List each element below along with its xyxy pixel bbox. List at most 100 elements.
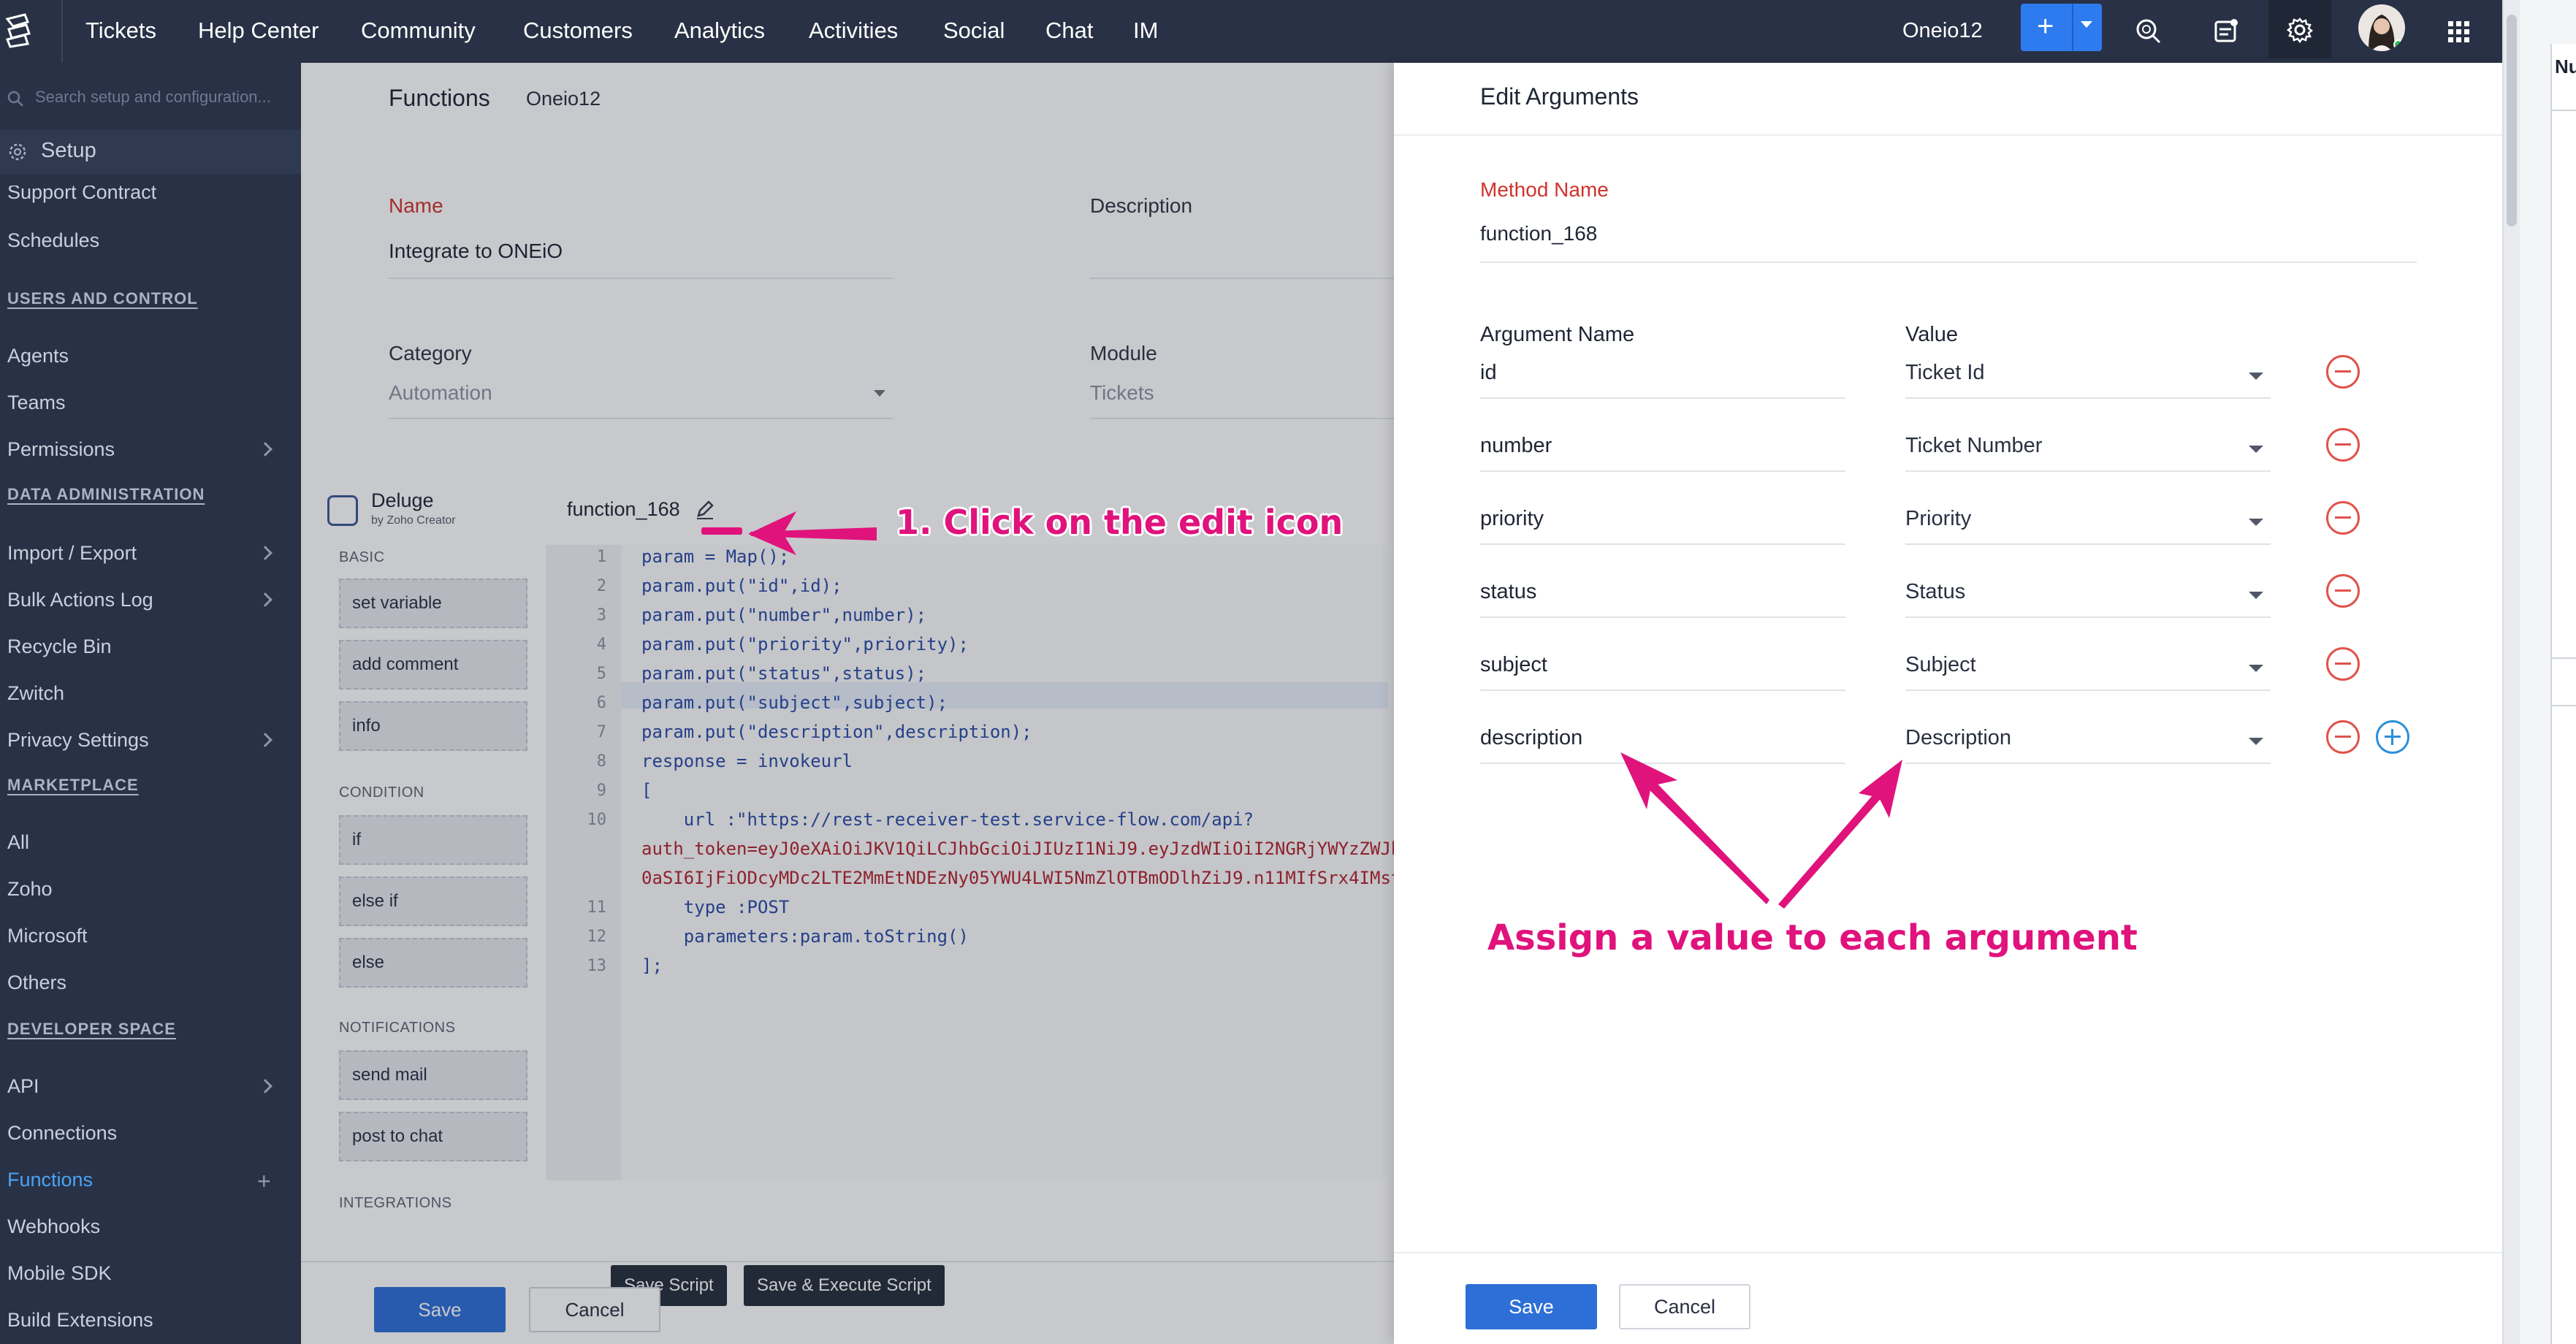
chevron-right-icon[interactable]: [258, 592, 273, 607]
name-field[interactable]: Integrate to ONEiO: [389, 240, 563, 263]
code-editor[interactable]: 1 param = Map(); 2 param.put("id",id); 3…: [546, 545, 1394, 1180]
quick-add-button[interactable]: +: [2021, 4, 2102, 51]
chevron-right-icon[interactable]: [258, 546, 273, 560]
method-name-input[interactable]: function_168: [1480, 222, 1597, 245]
argument-name-input[interactable]: description: [1480, 726, 1582, 750]
argument-value-select[interactable]: Description: [1905, 726, 2011, 750]
description-field[interactable]: [1090, 278, 1394, 279]
plus-icon: +: [2037, 10, 2054, 42]
sidebar-item-zwitch[interactable]: Zwitch: [7, 681, 64, 706]
edit-pencil-icon[interactable]: [693, 497, 717, 522]
tab-customers[interactable]: Customers: [523, 16, 633, 45]
module-select[interactable]: Tickets: [1090, 381, 1154, 405]
tab-tickets[interactable]: Tickets: [85, 16, 156, 45]
palette-item-else-if[interactable]: else if: [339, 877, 527, 926]
tab-community[interactable]: Community: [361, 16, 476, 45]
tab-social[interactable]: Social: [943, 16, 1005, 45]
sidebar-item-import-export[interactable]: Import / Export: [7, 541, 137, 565]
scrollbar-thumb[interactable]: [2507, 15, 2517, 226]
argument-value-select[interactable]: Status: [1905, 580, 1965, 604]
remove-argument-button[interactable]: [2326, 574, 2360, 608]
argument-value-select[interactable]: Ticket Number: [1905, 434, 2042, 458]
scrollbar[interactable]: [2504, 0, 2520, 1344]
sidebar-item-schedules[interactable]: Schedules: [7, 228, 99, 253]
argument-value-select[interactable]: Subject: [1905, 653, 1976, 677]
argument-name-input[interactable]: subject: [1480, 653, 1547, 677]
tab-help-center[interactable]: Help Center: [198, 16, 319, 45]
search-icon[interactable]: [2130, 13, 2167, 50]
chevron-right-icon[interactable]: [258, 733, 273, 747]
sidebar-item-zoho[interactable]: Zoho: [7, 877, 53, 901]
tab-activities[interactable]: Activities: [809, 16, 898, 45]
remove-argument-button[interactable]: [2326, 720, 2360, 754]
setup-search-input[interactable]: Search setup and configuration...: [35, 88, 271, 107]
sidebar-item-microsoft[interactable]: Microsoft: [7, 923, 88, 948]
chevron-down-icon[interactable]: [2249, 519, 2263, 526]
tab-analytics[interactable]: Analytics: [674, 16, 765, 45]
sidebar-item-build-extensions[interactable]: Build Extensions: [7, 1307, 153, 1332]
page-cancel-button[interactable]: Cancel: [529, 1287, 660, 1332]
avatar[interactable]: [2358, 4, 2405, 51]
function-name-label: function_168: [567, 498, 680, 520]
palette-item-if[interactable]: if: [339, 815, 527, 865]
setup-search[interactable]: Search setup and configuration...: [0, 80, 301, 117]
sidebar-item-recycle-bin[interactable]: Recycle Bin: [7, 634, 112, 659]
save-button[interactable]: Save: [1466, 1284, 1597, 1329]
sidebar-item-functions[interactable]: Functions: [7, 1167, 93, 1192]
chevron-down-icon[interactable]: [2081, 21, 2092, 28]
zoho-desk-logo-icon[interactable]: [3, 12, 34, 50]
chevron-down-icon[interactable]: [2249, 373, 2263, 380]
category-select[interactable]: Automation: [389, 381, 492, 405]
argument-value-select[interactable]: Ticket Id: [1905, 361, 1985, 385]
sidebar-item-agents[interactable]: Agents: [7, 343, 69, 368]
sidebar-item-bulk-actions-log[interactable]: Bulk Actions Log: [7, 587, 153, 612]
apps-grid-icon[interactable]: [2440, 13, 2477, 50]
sidebar-item-api[interactable]: API: [7, 1074, 39, 1099]
palette-item-post-to-chat[interactable]: post to chat: [339, 1112, 527, 1161]
setup-gear-button[interactable]: [2268, 0, 2331, 58]
sidebar-item-others[interactable]: Others: [7, 970, 66, 995]
notification-icon[interactable]: [2208, 13, 2244, 50]
palette-item-add-comment[interactable]: add comment: [339, 640, 527, 690]
argument-value-select[interactable]: Priority: [1905, 507, 1971, 531]
cancel-button[interactable]: Cancel: [1619, 1284, 1750, 1329]
chevron-right-icon[interactable]: [258, 1079, 273, 1093]
palette-item-set-variable[interactable]: set variable: [339, 579, 527, 628]
remove-argument-button[interactable]: [2326, 428, 2360, 462]
add-function-icon[interactable]: +: [257, 1169, 271, 1194]
chevron-down-icon[interactable]: [874, 390, 885, 397]
chevron-down-icon[interactable]: [2249, 738, 2263, 745]
org-switcher[interactable]: Oneio12: [1902, 16, 1983, 45]
sidebar-item-connections[interactable]: Connections: [7, 1120, 117, 1145]
gear-icon: [2286, 18, 2314, 44]
chevron-down-icon[interactable]: [2249, 592, 2263, 599]
page-save-button[interactable]: Save: [374, 1287, 506, 1332]
code-line: param.put("description",description);: [641, 722, 1032, 742]
sidebar-item-support-contract[interactable]: Support Contract: [7, 186, 156, 205]
chevron-down-icon[interactable]: [2249, 446, 2263, 453]
sidebar-item-all[interactable]: All: [7, 830, 29, 855]
sidebar-item-privacy-settings[interactable]: Privacy Settings: [7, 728, 149, 752]
palette-item-send-mail[interactable]: send mail: [339, 1050, 527, 1100]
palette-item-else[interactable]: else: [339, 938, 527, 988]
sidebar-item-mobile-sdk[interactable]: Mobile SDK: [7, 1261, 112, 1286]
palette-item-info[interactable]: info: [339, 701, 527, 751]
sidebar-item-teams[interactable]: Teams: [7, 390, 66, 415]
line-number: 9: [596, 782, 606, 800]
argument-name-input[interactable]: priority: [1480, 507, 1544, 531]
chevron-right-icon[interactable]: [258, 442, 273, 457]
add-argument-button[interactable]: [2376, 720, 2409, 754]
setup-home-link[interactable]: Setup: [0, 130, 301, 174]
tab-chat[interactable]: Chat: [1045, 16, 1093, 45]
argument-name-input[interactable]: id: [1480, 361, 1497, 385]
online-status-dot: [2393, 39, 2404, 50]
chevron-down-icon[interactable]: [2249, 665, 2263, 672]
remove-argument-button[interactable]: [2326, 355, 2360, 389]
argument-name-input[interactable]: number: [1480, 434, 1552, 458]
argument-name-input[interactable]: status: [1480, 580, 1536, 604]
remove-argument-button[interactable]: [2326, 501, 2360, 535]
remove-argument-button[interactable]: [2326, 647, 2360, 681]
sidebar-item-webhooks[interactable]: Webhooks: [7, 1214, 100, 1239]
sidebar-item-permissions[interactable]: Permissions: [7, 437, 115, 462]
tab-im[interactable]: IM: [1133, 16, 1158, 45]
